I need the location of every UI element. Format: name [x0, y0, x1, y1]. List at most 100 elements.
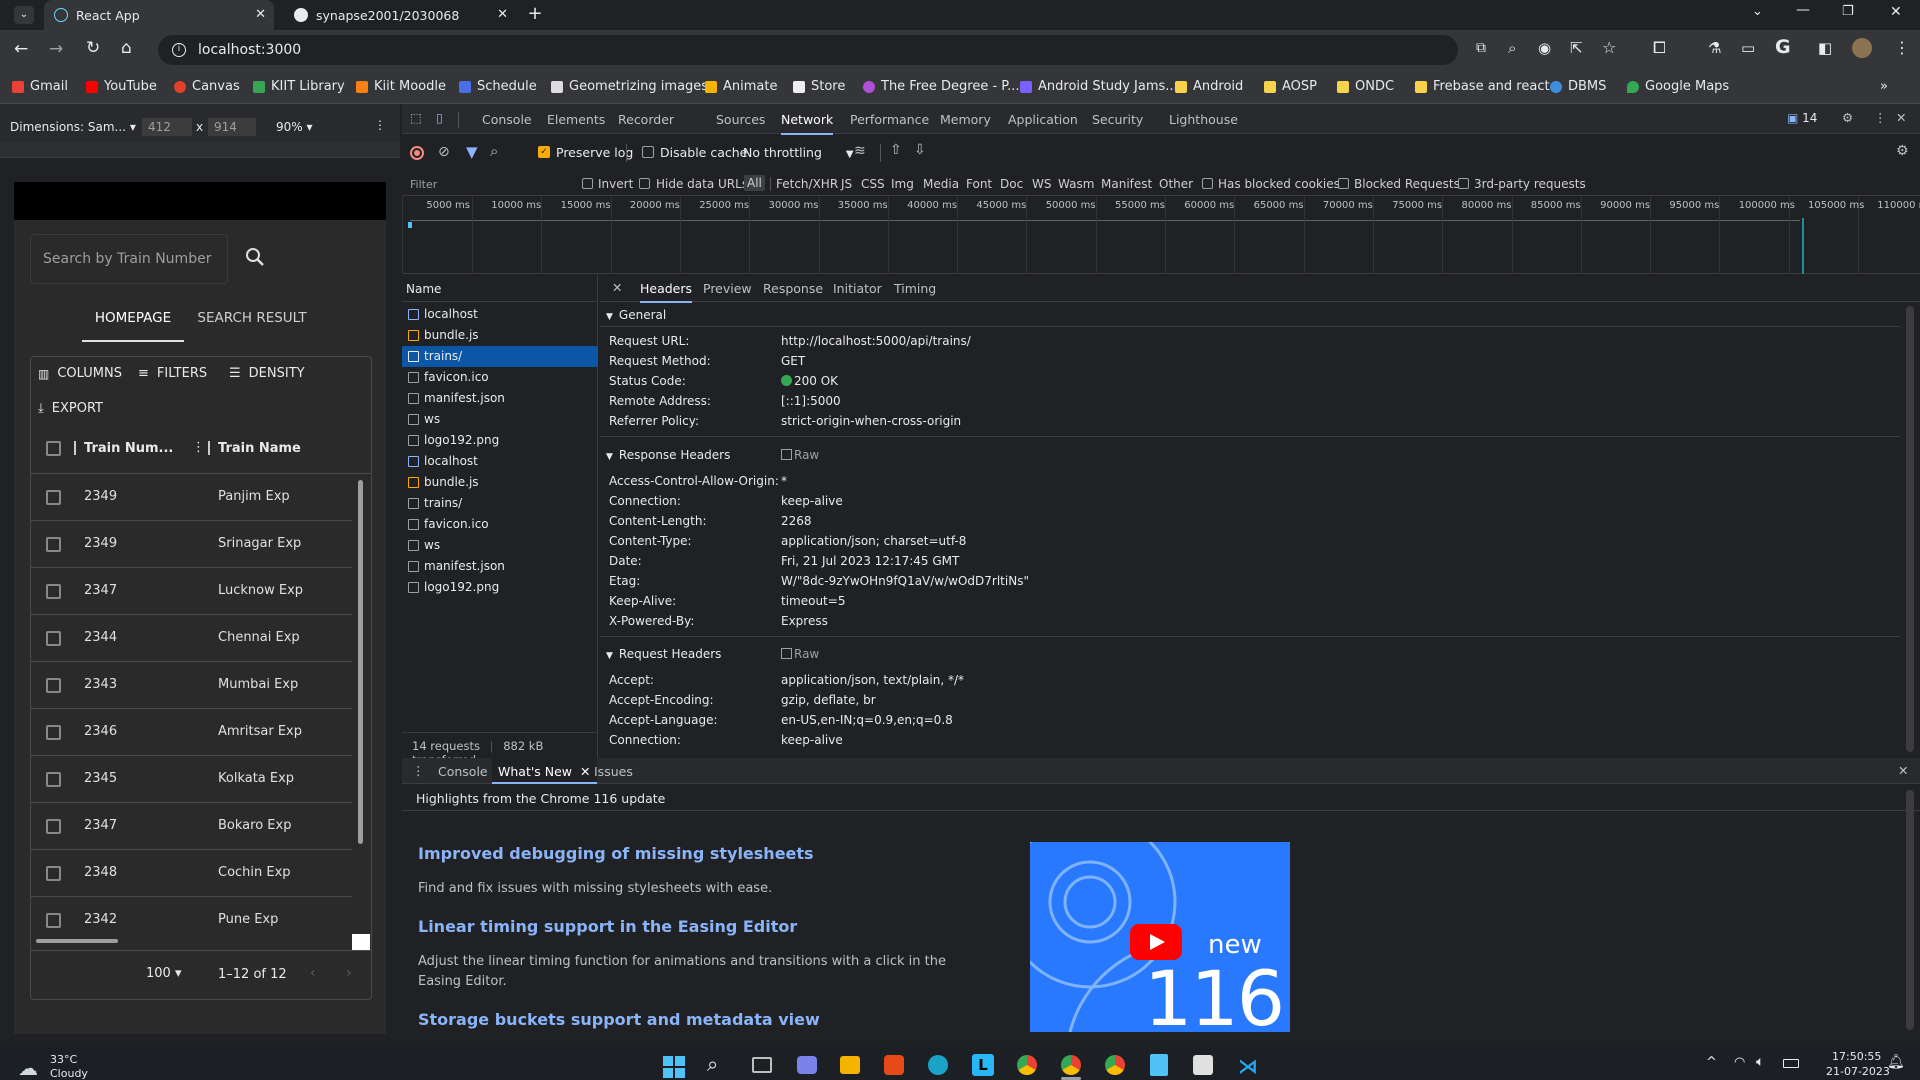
home-icon[interactable]: ⌂ — [121, 38, 132, 58]
filter-all[interactable]: All — [744, 175, 765, 191]
l-app-icon[interactable]: L — [972, 1054, 994, 1076]
column-header-train-name[interactable]: Train Name — [218, 441, 301, 456]
tab-recorder[interactable]: Recorder — [618, 112, 674, 127]
row-checkbox[interactable] — [46, 490, 61, 505]
third-party-checkbox[interactable] — [1458, 178, 1469, 189]
restore-button[interactable]: ❐ — [1842, 4, 1854, 19]
rows-per-page-select[interactable]: 100 ▾ — [146, 966, 182, 981]
info-icon[interactable]: i — [172, 43, 186, 57]
has-blocked-cookies-checkbox[interactable] — [1202, 178, 1213, 189]
row-checkbox[interactable] — [46, 631, 61, 646]
show-hidden-icons[interactable]: ^ — [1706, 1055, 1717, 1070]
throttling-select[interactable]: No throttling ▼ — [743, 145, 854, 160]
network-conditions-icon[interactable]: ≋ — [854, 143, 866, 159]
filter-font[interactable]: Font — [966, 177, 992, 191]
row-checkbox[interactable] — [46, 537, 61, 552]
clock-date[interactable]: 21-07-2023 — [1826, 1065, 1890, 1078]
bookmark-ondc[interactable]: ONDC — [1337, 79, 1394, 94]
eye-icon[interactable]: ◉ — [1538, 39, 1551, 57]
filter-toggle-icon[interactable]: ▼ — [466, 143, 478, 161]
request-row[interactable]: favicon.ico — [402, 514, 598, 535]
tab-lighthouse[interactable]: Lighthouse — [1169, 112, 1238, 127]
inspect-icon[interactable]: ⬚ — [410, 110, 422, 125]
edge-icon[interactable] — [928, 1055, 948, 1075]
height-input[interactable]: 914 — [208, 118, 256, 136]
table-row[interactable]: 2349 Srinagar Exp — [30, 521, 352, 568]
extensions-icon[interactable]: ⧠ — [1653, 38, 1666, 58]
table-row[interactable]: 2346 Amritsar Exp — [30, 709, 352, 756]
tab-application[interactable]: Application — [1008, 112, 1078, 127]
table-row[interactable]: 2344 Chennai Exp — [30, 615, 352, 662]
density-button[interactable]: ☰ DENSITY — [229, 366, 305, 381]
filter-fetch-xhr[interactable]: Fetch/XHR — [776, 177, 838, 191]
chrome-dev-icon[interactable] — [1105, 1055, 1125, 1075]
notepad-icon[interactable] — [1150, 1054, 1168, 1076]
weather-widget[interactable]: ☁ 33°C Cloudy — [18, 1052, 98, 1080]
table-row[interactable]: 2348 Cochin Exp — [30, 850, 352, 897]
forward-icon[interactable]: → — [49, 39, 63, 59]
table-row[interactable]: 2349 Panjim Exp — [30, 474, 352, 521]
bookmark-animate[interactable]: Animate — [705, 79, 777, 94]
wifi-icon[interactable]: ◠ — [1734, 1055, 1745, 1070]
row-checkbox[interactable] — [46, 584, 61, 599]
raw-toggle[interactable]: Raw — [781, 448, 819, 462]
table-row[interactable]: 2347 Lucknow Exp — [30, 568, 352, 615]
bookmark-schedule[interactable]: Schedule — [459, 79, 537, 94]
row-checkbox[interactable] — [46, 819, 61, 834]
zoom-select[interactable]: 90% ▾ — [276, 120, 313, 134]
tab-headers[interactable]: Headers — [640, 281, 693, 303]
bookmark-firebase[interactable]: Frebase and react — [1415, 79, 1550, 94]
table-row[interactable]: 2345 Kolkata Exp — [30, 756, 352, 803]
clock-time[interactable]: 17:50:55 — [1832, 1050, 1881, 1063]
request-row[interactable]: localhost — [402, 451, 598, 472]
filter-media[interactable]: Media — [923, 177, 959, 191]
table-row[interactable]: 2343 Mumbai Exp — [30, 662, 352, 709]
row-checkbox[interactable] — [46, 913, 61, 928]
column-menu-icon[interactable]: ⋮ — [192, 440, 205, 455]
headers-scrollbar[interactable] — [1906, 306, 1914, 752]
request-row[interactable]: favicon.ico — [402, 367, 598, 388]
more-bookmarks-icon[interactable]: » — [1880, 79, 1888, 94]
tab-network[interactable]: Network — [781, 112, 834, 135]
tab-react-app[interactable]: React App ✕ — [44, 0, 274, 30]
request-row[interactable]: ws — [402, 409, 598, 430]
request-row-selected[interactable]: trains/ — [402, 346, 598, 367]
whats-new-video[interactable]: new 116 — [1030, 842, 1290, 1032]
request-row[interactable]: ws — [402, 535, 598, 556]
request-row[interactable]: logo192.png — [402, 577, 598, 598]
tab-console[interactable]: Console — [482, 112, 532, 127]
row-checkbox[interactable] — [46, 725, 61, 740]
row-checkbox[interactable] — [46, 866, 61, 881]
zoom-icon[interactable]: ⌕ — [1508, 39, 1516, 57]
install-icon[interactable]: ⧉ — [1476, 40, 1486, 56]
filter-wasm[interactable]: Wasm — [1058, 177, 1094, 191]
avatar[interactable] — [1852, 38, 1872, 58]
tab-search-result[interactable]: SEARCH RESULT — [192, 302, 312, 342]
bookmark-gmail[interactable]: Gmail — [12, 79, 68, 94]
battery-icon[interactable] — [1783, 1059, 1799, 1068]
tab-initiator[interactable]: Initiator — [833, 281, 882, 296]
import-har-icon[interactable]: ⇧ — [890, 142, 902, 158]
request-row[interactable]: manifest.json — [402, 388, 598, 409]
star-icon[interactable]: ☆ — [1602, 38, 1616, 57]
settings-gear-icon[interactable]: ⚙ — [1842, 110, 1853, 125]
notification-icon[interactable]: 🔔︎ — [1887, 1054, 1905, 1070]
bookmark-dbms[interactable]: DBMS — [1550, 79, 1606, 94]
back-icon[interactable]: ← — [14, 39, 28, 59]
search-input[interactable]: Search by Train Number — [30, 234, 228, 284]
bookmark-canvas[interactable]: Canvas — [174, 79, 240, 94]
store-taskbar-icon[interactable] — [840, 1056, 860, 1074]
row-checkbox[interactable] — [46, 678, 61, 693]
whats-new-title[interactable]: Improved debugging of missing stylesheet… — [418, 844, 814, 863]
drawer-menu-icon[interactable]: ⋮ — [412, 763, 425, 778]
labs-icon[interactable]: ⚗ — [1708, 39, 1721, 57]
volume-icon[interactable]: 🔈︎ — [1756, 1054, 1764, 1070]
filter-js[interactable]: JS — [841, 177, 852, 191]
snipping-tool-icon[interactable] — [1193, 1055, 1213, 1075]
select-all-checkbox[interactable] — [46, 441, 61, 456]
dimensions-select[interactable]: Dimensions: Sam... ▾ — [10, 120, 136, 134]
filter-css[interactable]: CSS — [861, 177, 885, 191]
close-devtools-icon[interactable]: ✕ — [1896, 110, 1906, 125]
filters-button[interactable]: ≡ FILTERS — [138, 366, 207, 381]
reload-icon[interactable]: ↻ — [86, 38, 100, 58]
